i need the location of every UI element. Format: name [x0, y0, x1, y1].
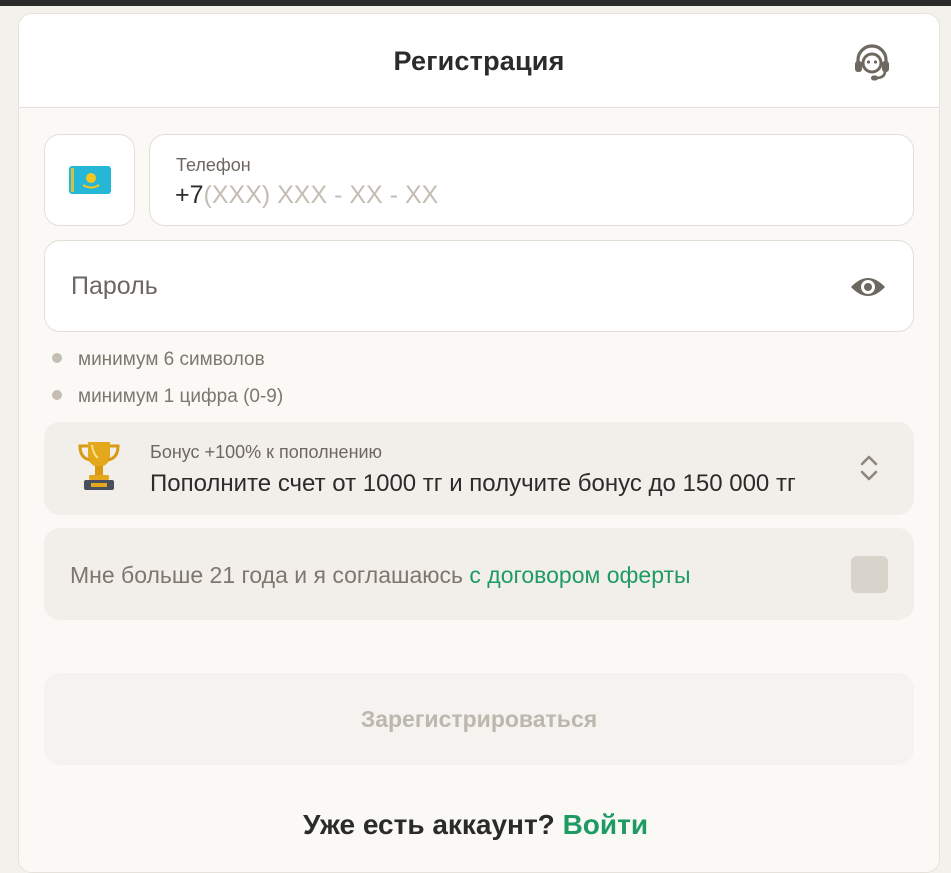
- chevron-up-down-icon: [860, 455, 878, 481]
- country-selector[interactable]: [44, 134, 135, 226]
- login-question: Уже есть аккаунт?: [302, 809, 563, 840]
- phone-placeholder: (XXX) XXX - XX - XX: [203, 181, 439, 209]
- login-link[interactable]: Войти: [563, 809, 648, 840]
- kazakhstan-flag-icon: [68, 166, 111, 194]
- list-item: минимум 1 цифра (0-9): [52, 378, 283, 415]
- rule-text: минимум 6 символов: [78, 348, 265, 370]
- bullet: [52, 352, 62, 363]
- agreement-label: Мне больше 21 года и я соглашаюсь: [70, 562, 470, 588]
- agreement-row: Мне больше 21 года и я соглашаюсь с дого…: [44, 528, 914, 620]
- register-button[interactable]: Зарегистрироваться: [44, 673, 914, 765]
- password-rules: минимум 6 символов минимум 1 цифра (0-9): [52, 341, 283, 415]
- trophy-icon: [78, 442, 120, 490]
- headset-icon: [855, 44, 889, 81]
- support-button[interactable]: [851, 41, 893, 83]
- rule-text: минимум 1 цифра (0-9): [78, 385, 284, 407]
- top-bar: [0, 0, 951, 6]
- agreement-text: Мне больше 21 года и я соглашаюсь с дого…: [70, 562, 691, 589]
- bonus-text: Пополните счет от 1000 тг и получите бон…: [150, 470, 796, 497]
- phone-field[interactable]: Телефон +7(XXX) XXX - XX - XX: [149, 134, 914, 226]
- bonus-selector[interactable]: Бонус +100% к пополнению Пополните счет …: [44, 422, 914, 515]
- phone-label: Телефон: [176, 155, 251, 175]
- page-title: Регистрация: [393, 46, 565, 76]
- bullet: [52, 389, 62, 400]
- bonus-label: Бонус +100% к пополнению: [150, 442, 383, 462]
- list-item: минимум 6 символов: [52, 341, 283, 378]
- phone-input[interactable]: +7(XXX) XXX - XX - XX: [175, 181, 438, 210]
- offer-link[interactable]: с договором оферты: [469, 562, 690, 588]
- eye-icon[interactable]: [849, 271, 887, 303]
- modal-header: Регистрация: [19, 14, 939, 108]
- password-field[interactable]: Пароль: [44, 240, 914, 332]
- phone-row: Телефон +7(XXX) XXX - XX - XX: [44, 134, 914, 226]
- password-placeholder: Пароль: [71, 272, 158, 300]
- agreement-checkbox[interactable]: [851, 556, 888, 593]
- login-prompt: Уже есть аккаунт? Войти: [0, 809, 951, 841]
- phone-prefix: +7: [175, 181, 204, 209]
